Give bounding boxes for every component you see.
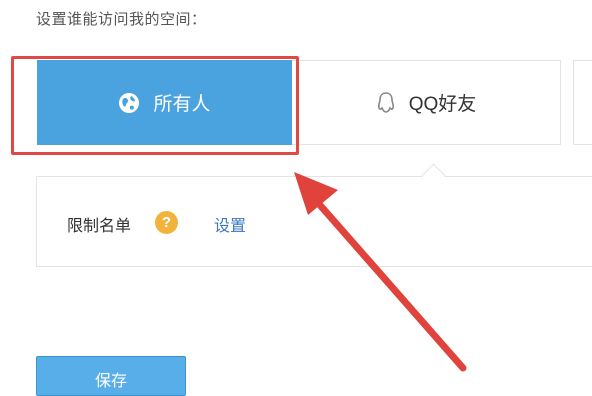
help-icon[interactable]: ? <box>155 211 178 234</box>
access-prompt-label: 设置谁能访问我的空间： <box>36 11 207 28</box>
highlight-annotation-box <box>11 56 299 155</box>
option-partial[interactable] <box>573 60 592 145</box>
restriction-settings-link[interactable]: 设置 <box>214 212 246 236</box>
qq-penguin-icon <box>376 91 396 115</box>
option-qq-friends[interactable]: QQ好友 <box>292 60 561 145</box>
save-button[interactable]: 保存 <box>36 356 186 396</box>
option-qq-friends-label: QQ好友 <box>408 94 477 115</box>
restriction-list-label: 限制名单 <box>67 218 132 235</box>
